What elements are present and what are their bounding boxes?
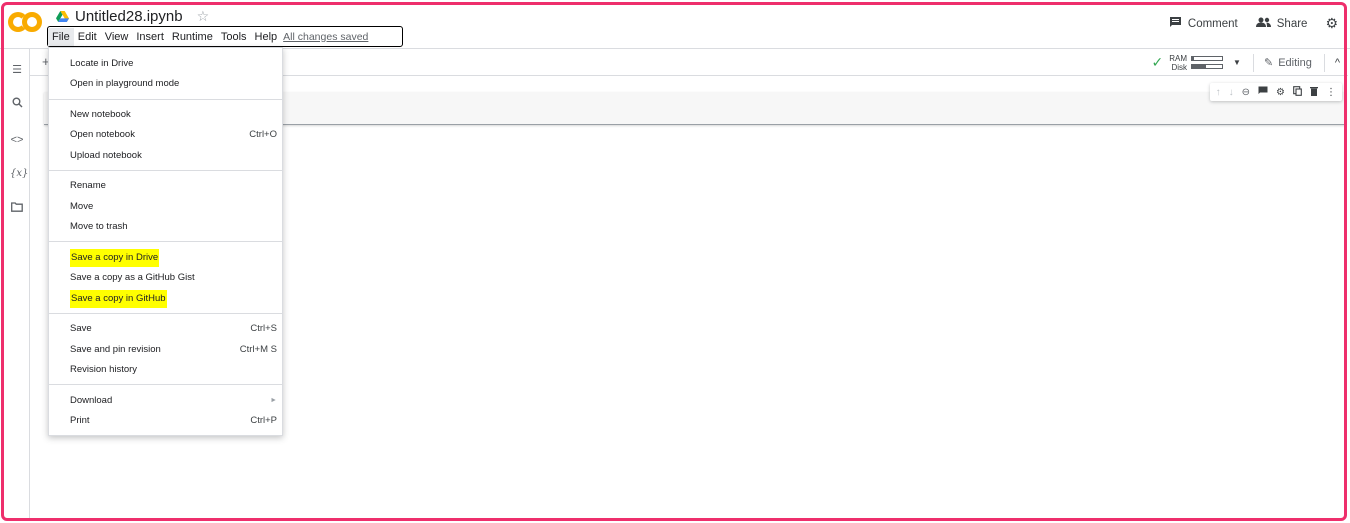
menu-item-label: Save a copy in Drive — [70, 249, 160, 267]
menu-item-open-playground[interactable]: Open in playground mode — [49, 75, 282, 93]
menu-item-label: Rename — [70, 180, 106, 191]
chevron-down-icon[interactable]: ▼ — [1233, 58, 1241, 67]
menu-edit[interactable]: Edit — [74, 28, 101, 46]
menu-file[interactable]: File — [48, 27, 74, 46]
disk-label: Disk — [1171, 62, 1188, 72]
resource-bars[interactable] — [1191, 56, 1224, 69]
share-button[interactable]: Share — [1255, 17, 1308, 30]
variables-icon[interactable]: {x} — [10, 167, 28, 181]
menu-item-label: Save a copy as a GitHub Gist — [70, 272, 195, 283]
share-label: Share — [1276, 17, 1308, 30]
ram-bar — [1191, 56, 1224, 61]
menu-help[interactable]: Help — [251, 28, 282, 46]
comment-cell-icon[interactable] — [1258, 86, 1268, 98]
menu-item-print[interactable]: Print Ctrl+P — [49, 412, 282, 430]
cell-toolbar: ↑ ↓ ⊖ ⚙ ⋮ — [1209, 83, 1342, 101]
save-status[interactable]: All changes saved — [283, 31, 368, 43]
menu-item-download[interactable]: Download ► — [49, 392, 282, 410]
notebook-title[interactable]: Untitled28.ipynb — [75, 8, 183, 25]
menu-item-move[interactable]: Move — [49, 198, 282, 216]
menu-item-open-notebook[interactable]: Open notebook Ctrl+O — [49, 126, 282, 144]
menu-item-label: New notebook — [70, 109, 131, 120]
menu-item-label: Save — [70, 323, 92, 334]
menu-item-save-copy-drive[interactable]: Save a copy in Drive — [49, 249, 282, 267]
code-snippets-icon[interactable]: <> — [10, 133, 24, 147]
chevron-up-icon[interactable]: ^ — [1335, 57, 1340, 69]
menu-item-shortcut: Ctrl+M S — [239, 344, 277, 355]
title-row: Untitled28.ipynb ☆ — [56, 6, 209, 26]
mirror-cell-icon[interactable] — [1293, 85, 1302, 99]
disk-bar — [1191, 64, 1224, 69]
menu-item-label: Move — [70, 201, 94, 212]
menu-separator — [49, 170, 282, 171]
menu-runtime[interactable]: Runtime — [168, 28, 217, 46]
google-drive-icon[interactable] — [56, 10, 69, 22]
move-down-icon[interactable]: ↓ — [1229, 87, 1234, 98]
menu-item-label: Print — [70, 415, 90, 426]
pencil-icon: ✎ — [1263, 57, 1274, 69]
menu-item-new-notebook[interactable]: New notebook — [49, 106, 282, 124]
menu-item-upload-notebook[interactable]: Upload notebook — [49, 147, 282, 165]
file-menu-dropdown: Locate in Drive Open in playground mode … — [48, 47, 283, 436]
menu-item-save[interactable]: Save Ctrl+S — [49, 320, 282, 338]
resource-area: ✓ RAM Disk ▼ ✎ Editing ^ — [1152, 49, 1348, 76]
move-up-icon[interactable]: ↑ — [1216, 87, 1221, 98]
comment-label: Comment — [1187, 17, 1238, 30]
editing-label: Editing — [1278, 56, 1312, 69]
menu-separator — [49, 384, 282, 385]
comment-button[interactable]: Comment — [1169, 16, 1238, 31]
colab-logo[interactable] — [8, 12, 42, 32]
menu-insert[interactable]: Insert — [132, 28, 168, 46]
menu-item-label: Upload notebook — [70, 150, 142, 161]
ram-label: RAM — [1169, 53, 1188, 63]
menu-item-save-copy-gist[interactable]: Save a copy as a GitHub Gist — [49, 269, 282, 287]
folder-icon[interactable] — [10, 202, 24, 216]
menu-item-label: Open in playground mode — [70, 78, 180, 89]
menu-item-label: Revision history — [70, 364, 138, 375]
search-icon[interactable] — [10, 97, 24, 111]
comment-icon — [1169, 16, 1182, 31]
more-vert-icon[interactable]: ⋮ — [1326, 87, 1336, 98]
menu-item-shortcut: Ctrl+S — [250, 323, 277, 334]
menu-item-shortcut: Ctrl+O — [249, 129, 277, 140]
link-icon[interactable]: ⊖ — [1242, 87, 1250, 98]
people-icon — [1255, 17, 1271, 30]
menu-item-revision-history[interactable]: Revision history — [49, 361, 282, 379]
settings-icon[interactable]: ⚙ — [1276, 87, 1285, 98]
menu-separator — [49, 241, 282, 242]
resource-labels[interactable]: RAM Disk — [1169, 54, 1187, 72]
menu-item-label: Locate in Drive — [70, 58, 134, 69]
toolbar-divider — [1252, 53, 1254, 72]
menu-bar: File Edit View Insert Runtime Tools Help… — [47, 26, 403, 47]
header-actions: Comment Share ⚙ — [1169, 15, 1338, 32]
menu-item-locate-in-drive[interactable]: Locate in Drive — [49, 55, 282, 73]
menu-item-rename[interactable]: Rename — [49, 177, 282, 195]
menu-item-shortcut: Ctrl+P — [250, 415, 277, 426]
editing-button[interactable]: ✎ Editing — [1263, 56, 1312, 70]
menu-item-label: Save a copy in GitHub — [70, 290, 167, 308]
menu-item-label: Open notebook — [70, 129, 135, 140]
menu-separator — [49, 313, 282, 314]
check-icon: ✓ — [1151, 54, 1164, 70]
delete-icon[interactable] — [1310, 86, 1318, 99]
menu-separator — [49, 99, 282, 100]
gear-icon[interactable]: ⚙ — [1325, 15, 1338, 32]
menu-view[interactable]: View — [101, 28, 133, 46]
toolbar-divider-2 — [1323, 53, 1325, 72]
table-of-contents-icon[interactable]: ☰ — [10, 63, 24, 77]
menu-item-label: Move to trash — [70, 221, 128, 232]
menu-item-save-copy-github[interactable]: Save a copy in GitHub — [49, 290, 282, 308]
menu-item-save-pin-revision[interactable]: Save and pin revision Ctrl+M S — [49, 341, 282, 359]
menu-tools[interactable]: Tools — [217, 28, 251, 46]
submenu-arrow-icon: ► — [270, 397, 277, 404]
menu-item-label: Save and pin revision — [70, 344, 161, 355]
menu-item-label: Download — [70, 395, 113, 406]
menu-item-move-to-trash[interactable]: Move to trash — [49, 218, 282, 236]
star-icon[interactable]: ☆ — [197, 8, 210, 25]
left-rail: ☰ <> {x} — [5, 49, 30, 519]
